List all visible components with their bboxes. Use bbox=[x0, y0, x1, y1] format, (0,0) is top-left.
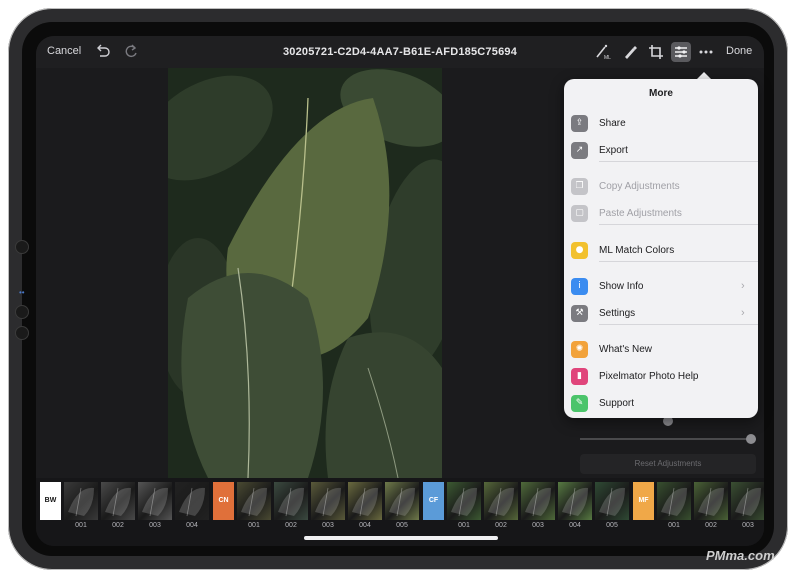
preset-thumbnail-label: 003 bbox=[322, 522, 334, 529]
menu-item-label: Export bbox=[599, 145, 628, 156]
export-icon: ↗ bbox=[571, 142, 588, 159]
menu-item-copy-adjustments: ❐ Copy Adjustments bbox=[564, 175, 758, 199]
menu-item-label: Pixelmator Photo Help bbox=[599, 371, 699, 382]
preset-thumbnail[interactable] bbox=[311, 482, 345, 520]
more-icon[interactable] bbox=[696, 42, 716, 62]
menu-item-share[interactable]: ⇪ Share bbox=[564, 112, 758, 136]
preset-thumbnail[interactable] bbox=[348, 482, 382, 520]
chevron-right-icon: › bbox=[741, 280, 745, 292]
reset-adjustments-button[interactable]: Reset Adjustments bbox=[580, 454, 756, 474]
watermark: PMma.com bbox=[706, 548, 775, 563]
menu-item-label: Copy Adjustments bbox=[599, 181, 680, 192]
preset-category-mf[interactable]: MF bbox=[633, 482, 654, 520]
preset-thumbnail[interactable] bbox=[274, 482, 308, 520]
preset-thumbnail-label: 003 bbox=[742, 522, 754, 529]
wrench-icon: ⚒ bbox=[571, 305, 588, 322]
info-icon: i bbox=[571, 278, 588, 295]
preset-thumbnail-label: 004 bbox=[359, 522, 371, 529]
adjustment-slider[interactable] bbox=[580, 438, 756, 440]
preset-thumbnail-label: 002 bbox=[112, 522, 124, 529]
preset-category-bw[interactable]: BW bbox=[40, 482, 61, 520]
sparkle-icon: ✺ bbox=[571, 341, 588, 358]
preset-thumbnail-label: 001 bbox=[668, 522, 680, 529]
preset-thumbnail[interactable] bbox=[385, 482, 419, 520]
adjustments-icon[interactable] bbox=[671, 42, 691, 62]
menu-item-export[interactable]: ↗ Export bbox=[564, 139, 758, 163]
preset-thumbnail[interactable] bbox=[138, 482, 172, 520]
top-toolbar: Cancel 30205721-C2D4-4AA7-B61E-AFD185C75… bbox=[36, 36, 764, 68]
menu-item-show-info[interactable]: i Show Info › bbox=[564, 275, 758, 299]
preset-thumbnail[interactable] bbox=[237, 482, 271, 520]
crop-icon[interactable] bbox=[646, 42, 666, 62]
menu-item-what-s-new[interactable]: ✺ What's New bbox=[564, 338, 758, 362]
sensor-dot bbox=[15, 305, 29, 319]
camera-dot bbox=[15, 240, 29, 254]
menu-item-pixelmator-photo-help[interactable]: ▮ Pixelmator Photo Help bbox=[564, 365, 758, 389]
menu-item-support[interactable]: ✎ Support bbox=[564, 392, 758, 416]
preset-thumbnail-label: 003 bbox=[149, 522, 161, 529]
preset-thumbnail[interactable] bbox=[694, 482, 728, 520]
copy-icon: ❐ bbox=[571, 178, 588, 195]
slider-knob[interactable] bbox=[746, 434, 756, 444]
preset-thumbnail[interactable] bbox=[657, 482, 691, 520]
chevron-right-icon: › bbox=[741, 307, 745, 319]
preset-category-cf[interactable]: CF bbox=[423, 482, 444, 520]
preset-thumbnail[interactable] bbox=[484, 482, 518, 520]
preset-thumbnail[interactable] bbox=[101, 482, 135, 520]
preset-thumbnail-label: 001 bbox=[75, 522, 87, 529]
home-indicator bbox=[304, 536, 498, 540]
brush-icon[interactable] bbox=[620, 42, 640, 62]
paste-icon: ▢ bbox=[571, 205, 588, 222]
preset-thumbnail-label: 001 bbox=[248, 522, 260, 529]
preset-thumbnail-label: 004 bbox=[186, 522, 198, 529]
menu-item-label: Share bbox=[599, 118, 626, 129]
done-button[interactable]: Done bbox=[726, 45, 752, 57]
preset-thumbnail-label: 005 bbox=[396, 522, 408, 529]
side-indicator: •• bbox=[19, 288, 25, 297]
preset-thumbnail-label: 004 bbox=[569, 522, 581, 529]
menu-item-label: Settings bbox=[599, 308, 636, 319]
menu-item-paste-adjustments: ▢ Paste Adjustments bbox=[564, 202, 758, 226]
menu-item-label: Support bbox=[599, 398, 635, 409]
svg-text:ML: ML bbox=[604, 55, 611, 61]
preset-thumbnail-label: 005 bbox=[606, 522, 618, 529]
preset-thumbnail[interactable] bbox=[595, 482, 629, 520]
ml-enhance-icon[interactable]: ML bbox=[593, 42, 613, 62]
preset-thumbnail[interactable] bbox=[64, 482, 98, 520]
preset-thumbnail-label: 003 bbox=[532, 522, 544, 529]
preset-thumbnail[interactable] bbox=[731, 482, 764, 520]
menu-item-label: What's New bbox=[599, 344, 653, 355]
support-icon: ✎ bbox=[571, 395, 588, 412]
preset-thumbnail[interactable] bbox=[175, 482, 209, 520]
share-icon: ⇪ bbox=[571, 115, 588, 132]
popover-title: More bbox=[649, 88, 673, 99]
leaf-photo bbox=[168, 68, 442, 478]
more-popover: More ⇪ Share ↗ Export ❐ Copy Adjustments ▢ Past… bbox=[564, 79, 758, 418]
ml-match-icon: ● bbox=[571, 242, 588, 259]
menu-item-ml-match-colors[interactable]: ● ML Match Colors bbox=[564, 239, 758, 263]
menu-item-label: Paste Adjustments bbox=[599, 208, 682, 219]
sensor-dot bbox=[15, 326, 29, 340]
preset-thumbnail[interactable] bbox=[558, 482, 592, 520]
preset-thumbnail-label: 002 bbox=[705, 522, 717, 529]
preset-thumbnail[interactable] bbox=[521, 482, 555, 520]
menu-item-settings[interactable]: ⚒ Settings › bbox=[564, 302, 758, 326]
menu-item-label: ML Match Colors bbox=[599, 245, 675, 256]
preset-category-cn[interactable]: CN bbox=[213, 482, 234, 520]
book-icon: ▮ bbox=[571, 368, 588, 385]
preset-thumbnail-label: 002 bbox=[285, 522, 297, 529]
preset-thumbnail-label: 002 bbox=[495, 522, 507, 529]
preset-thumbnail-label: 001 bbox=[458, 522, 470, 529]
menu-item-label: Show Info bbox=[599, 281, 644, 292]
preset-thumbnail[interactable] bbox=[447, 482, 481, 520]
photo-canvas[interactable] bbox=[168, 68, 442, 478]
